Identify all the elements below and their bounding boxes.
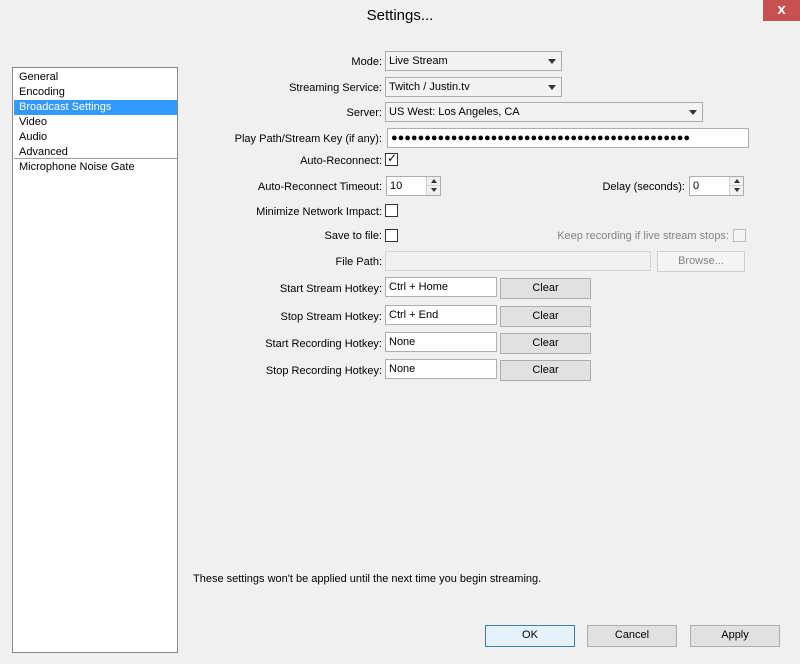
sidebar-item-broadcast-settings[interactable]: Broadcast Settings (14, 100, 177, 115)
auto-reconnect-checkbox[interactable]: ✓ (385, 151, 398, 166)
dialog-body: General Encoding Broadcast Settings Vide… (0, 31, 800, 664)
sidebar-item-video[interactable]: Video (14, 115, 177, 130)
auto-reconnect-timeout-spinbox[interactable]: 10 (386, 176, 441, 196)
start-recording-hotkey-field[interactable]: None (385, 332, 497, 352)
file-path-field[interactable] (385, 251, 651, 271)
start-stream-hotkey-clear-button[interactable]: Clear (500, 278, 591, 299)
stop-recording-hotkey-field[interactable]: None (385, 359, 497, 379)
mode-value: Live Stream (389, 55, 448, 67)
minimize-network-impact-checkbox[interactable] (385, 204, 398, 217)
delay-spinbox[interactable]: 0 (689, 176, 744, 196)
chevron-down-icon (548, 59, 556, 64)
stop-stream-hotkey-clear-button[interactable]: Clear (500, 306, 591, 327)
start-stream-hotkey-label: Start Stream Hotkey: (279, 283, 382, 295)
spin-buttons (426, 177, 440, 195)
server-value: US West: Los Angeles, CA (389, 106, 520, 118)
sidebar-item-general[interactable]: General (14, 70, 177, 85)
start-stream-hotkey-field[interactable]: Ctrl + Home (385, 277, 497, 297)
delay-label: Delay (seconds): (602, 181, 685, 193)
sidebar-divider (14, 158, 177, 159)
minimize-network-impact-label: Minimize Network Impact: (256, 206, 382, 218)
apply-notice: These settings won't be applied until th… (193, 573, 542, 585)
close-button[interactable]: x (763, 0, 800, 21)
settings-category-list[interactable]: General Encoding Broadcast Settings Vide… (12, 67, 178, 653)
delay-value: 0 (693, 180, 700, 192)
ok-button[interactable]: OK (485, 625, 575, 647)
chevron-down-icon (689, 110, 697, 115)
stop-recording-hotkey-label: Stop Recording Hotkey: (265, 365, 382, 377)
streaming-service-label: Streaming Service: (289, 82, 382, 94)
sidebar-item-microphone-noise-gate[interactable]: Microphone Noise Gate (14, 160, 177, 175)
spin-up-icon[interactable] (729, 177, 743, 186)
streaming-service-value: Twitch / Justin.tv (389, 81, 470, 93)
sidebar-item-encoding[interactable]: Encoding (14, 85, 177, 100)
apply-button[interactable]: Apply (690, 625, 780, 647)
start-recording-hotkey-label: Start Recording Hotkey: (265, 338, 382, 350)
save-to-file-label: Save to file: (324, 230, 382, 242)
spin-buttons (729, 177, 743, 195)
save-to-file-checkbox[interactable] (385, 229, 398, 242)
stop-stream-hotkey-field[interactable]: Ctrl + End (385, 305, 497, 325)
stop-stream-hotkey-label: Stop Stream Hotkey: (280, 311, 383, 323)
streaming-service-dropdown[interactable]: Twitch / Justin.tv (385, 77, 562, 97)
stream-key-label: Play Path/Stream Key (if any): (234, 133, 382, 145)
spin-down-icon[interactable] (729, 186, 743, 195)
stop-recording-hotkey-clear-button[interactable]: Clear (500, 360, 591, 381)
start-recording-hotkey-clear-button[interactable]: Clear (500, 333, 591, 354)
auto-reconnect-label: Auto-Reconnect: (300, 155, 382, 167)
close-icon: x (777, 1, 786, 18)
cancel-button[interactable]: Cancel (587, 625, 677, 647)
server-dropdown[interactable]: US West: Los Angeles, CA (385, 102, 703, 122)
keep-recording-label: Keep recording if live stream stops: (557, 230, 729, 242)
keep-recording-checkbox[interactable] (733, 229, 746, 242)
title-bar: Settings... x (0, 0, 800, 31)
stream-key-field[interactable]: ●●●●●●●●●●●●●●●●●●●●●●●●●●●●●●●●●●●●●●●●… (387, 128, 749, 148)
spin-up-icon[interactable] (426, 177, 440, 186)
sidebar-item-audio[interactable]: Audio (14, 130, 177, 145)
file-path-label: File Path: (335, 256, 382, 268)
mode-label: Mode: (351, 56, 382, 68)
window-title: Settings... (366, 7, 434, 24)
browse-button[interactable]: Browse... (657, 251, 745, 272)
chevron-down-icon (548, 85, 556, 90)
auto-reconnect-timeout-label: Auto-Reconnect Timeout: (257, 181, 382, 193)
mode-dropdown[interactable]: Live Stream (385, 51, 562, 71)
spin-down-icon[interactable] (426, 186, 440, 195)
checkmark-icon: ✓ (387, 151, 398, 165)
server-label: Server: (346, 107, 382, 119)
auto-reconnect-timeout-value: 10 (390, 180, 403, 192)
